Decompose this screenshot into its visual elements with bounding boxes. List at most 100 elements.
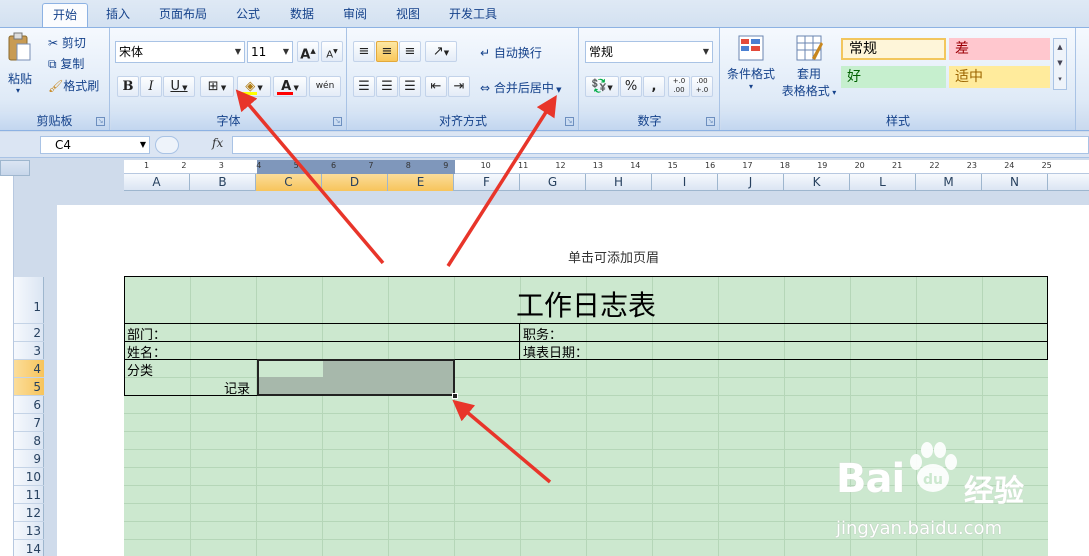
row-header-8[interactable]: 8 — [14, 432, 44, 450]
row-header-3[interactable]: 3 — [14, 342, 44, 360]
record-label[interactable]: 记录 — [224, 378, 250, 397]
fx-icon[interactable]: fx — [212, 136, 223, 150]
currency-button[interactable]: 💱▼ — [585, 76, 619, 97]
formula-bar-toggle[interactable] — [155, 136, 179, 154]
row-header-6[interactable]: 6 — [14, 396, 44, 414]
format-as-table-button[interactable]: 套用 表格格式 ▾ — [779, 34, 839, 100]
row-header-7[interactable]: 7 — [14, 414, 44, 432]
number-launcher-icon[interactable]: ↘ — [706, 117, 715, 126]
column-header-a[interactable]: A — [124, 174, 190, 191]
tab-view[interactable]: 视图 — [386, 3, 430, 27]
font-name-select[interactable]: 宋体 ▼ — [115, 41, 245, 63]
position-label[interactable]: 职务： — [523, 324, 562, 343]
font-launcher-icon[interactable]: ↘ — [333, 117, 342, 126]
align-right-icon[interactable]: ☰ — [399, 76, 421, 97]
category-label[interactable]: 分类 — [127, 360, 153, 379]
row-header-4[interactable]: 4 — [14, 360, 44, 378]
bold-button[interactable]: B — [117, 76, 139, 97]
align-bottom-icon[interactable]: ≡ — [399, 41, 421, 62]
align-left-icon[interactable]: ☰ — [353, 76, 375, 97]
column-header-l[interactable]: L — [850, 174, 916, 191]
fill-handle[interactable] — [452, 393, 458, 399]
paste-button[interactable]: 粘贴 ▾ — [6, 32, 36, 96]
cell-selection[interactable] — [257, 359, 458, 399]
copy-button[interactable]: ⧉ 复制 — [48, 55, 84, 72]
name-box[interactable]: C4 ▼ — [40, 136, 150, 154]
fill-color-button[interactable]: ◈ ▼ — [237, 76, 271, 97]
chevron-down-icon: ▾ — [16, 86, 21, 95]
baidu-jingyan-watermark: du Bai 经验 jingyan.baidu.com — [836, 440, 1036, 550]
row-header-5[interactable]: 5 — [14, 378, 44, 396]
tab-formulas[interactable]: 公式 — [226, 3, 270, 27]
number-format-select[interactable]: 常规 ▼ — [585, 41, 713, 63]
style-bad[interactable]: 差 — [949, 38, 1050, 60]
grow-font-button[interactable]: A▲ — [297, 41, 319, 62]
style-neutral[interactable]: 适中 — [949, 66, 1050, 88]
row-header-10[interactable]: 10 — [14, 468, 44, 486]
column-header-b[interactable]: B — [190, 174, 256, 191]
increase-indent-icon[interactable]: ⇥ — [448, 76, 470, 97]
select-all-corner[interactable] — [0, 160, 30, 176]
tab-insert[interactable]: 插入 — [96, 3, 140, 27]
formula-bar: C4 ▼ fx — [0, 132, 1089, 158]
style-normal[interactable]: 常规 — [841, 38, 946, 60]
header-hint[interactable]: 单击可添加页眉 — [568, 247, 659, 266]
column-header-j[interactable]: J — [718, 174, 784, 191]
row-header-12[interactable]: 12 — [14, 504, 44, 522]
format-painter-button[interactable]: 🖌格式刷 — [48, 77, 99, 94]
align-top-icon[interactable]: ≡ — [353, 41, 375, 62]
row-header-1[interactable]: 1 — [14, 277, 44, 324]
comma-button[interactable]: , — [643, 76, 665, 97]
decrease-decimal-button[interactable]: .00 +.0 — [691, 76, 713, 97]
italic-button[interactable]: I — [140, 76, 162, 97]
orientation-icon[interactable]: ↗▼ — [425, 41, 457, 62]
brush-icon: 🖌 — [48, 79, 64, 93]
row-header-11[interactable]: 11 — [14, 486, 44, 504]
merge-center-button[interactable]: ⇔ 合并后居中 ▼ — [480, 79, 562, 96]
conditional-format-button[interactable]: 条件格式 ▾ — [725, 34, 777, 100]
percent-button[interactable]: % — [620, 76, 642, 97]
column-header-i[interactable]: I — [652, 174, 718, 191]
column-header-m[interactable]: M — [916, 174, 982, 191]
phonetic-button[interactable]: wén — [309, 76, 341, 97]
formula-input[interactable] — [232, 136, 1089, 154]
row-header-13[interactable]: 13 — [14, 522, 44, 540]
underline-button[interactable]: U ▼ — [163, 76, 195, 97]
column-header-h[interactable]: H — [586, 174, 652, 191]
alignment-launcher-icon[interactable]: ↘ — [565, 117, 574, 126]
underline-label: U — [170, 79, 180, 94]
font-size-select[interactable]: 11 ▼ — [247, 41, 293, 63]
column-header-n[interactable]: N — [982, 174, 1048, 191]
row-header-9[interactable]: 9 — [14, 450, 44, 468]
column-header-c[interactable]: C — [256, 174, 322, 191]
tab-review[interactable]: 审阅 — [333, 3, 377, 27]
align-center-icon[interactable]: ☰ — [376, 76, 398, 97]
row-header-2[interactable]: 2 — [14, 324, 44, 342]
column-header-e[interactable]: E — [388, 174, 454, 191]
wrap-text-button[interactable]: ↵ 自动换行 — [480, 44, 542, 61]
tab-developer[interactable]: 开发工具 — [440, 3, 506, 27]
increase-decimal-button[interactable]: +.0 .00 — [668, 76, 690, 97]
column-header-f[interactable]: F — [454, 174, 520, 191]
style-good[interactable]: 好 — [841, 66, 946, 88]
sheet-title[interactable]: 工作日志表 — [124, 284, 1048, 324]
cut-button[interactable]: ✂ 剪切 — [48, 34, 86, 51]
clipboard-launcher-icon[interactable]: ↘ — [96, 117, 105, 126]
column-header-g[interactable]: G — [520, 174, 586, 191]
align-middle-icon[interactable]: ≡ — [376, 41, 398, 62]
column-header-d[interactable]: D — [322, 174, 388, 191]
date-label[interactable]: 填表日期： — [523, 342, 588, 361]
column-header-k[interactable]: K — [784, 174, 850, 191]
font-color-button[interactable]: A ▼ — [273, 76, 307, 97]
ribbon-tab-bar: 开始 插入 页面布局 公式 数据 审阅 视图 开发工具 — [0, 0, 1089, 27]
styles-scroll[interactable]: ▲ ▼ ▾ — [1053, 38, 1067, 90]
shrink-font-button[interactable]: A▼ — [321, 41, 343, 62]
decrease-indent-icon[interactable]: ⇤ — [425, 76, 447, 97]
tab-data[interactable]: 数据 — [280, 3, 324, 27]
borders-button[interactable]: ⊞ ▼ — [200, 76, 234, 97]
tab-home[interactable]: 开始 — [42, 3, 88, 27]
department-label[interactable]: 部门： — [127, 324, 166, 343]
chevron-down-icon: ▼ — [139, 140, 146, 149]
tab-page-layout[interactable]: 页面布局 — [150, 3, 216, 27]
row-header-14[interactable]: 14 — [14, 540, 44, 556]
